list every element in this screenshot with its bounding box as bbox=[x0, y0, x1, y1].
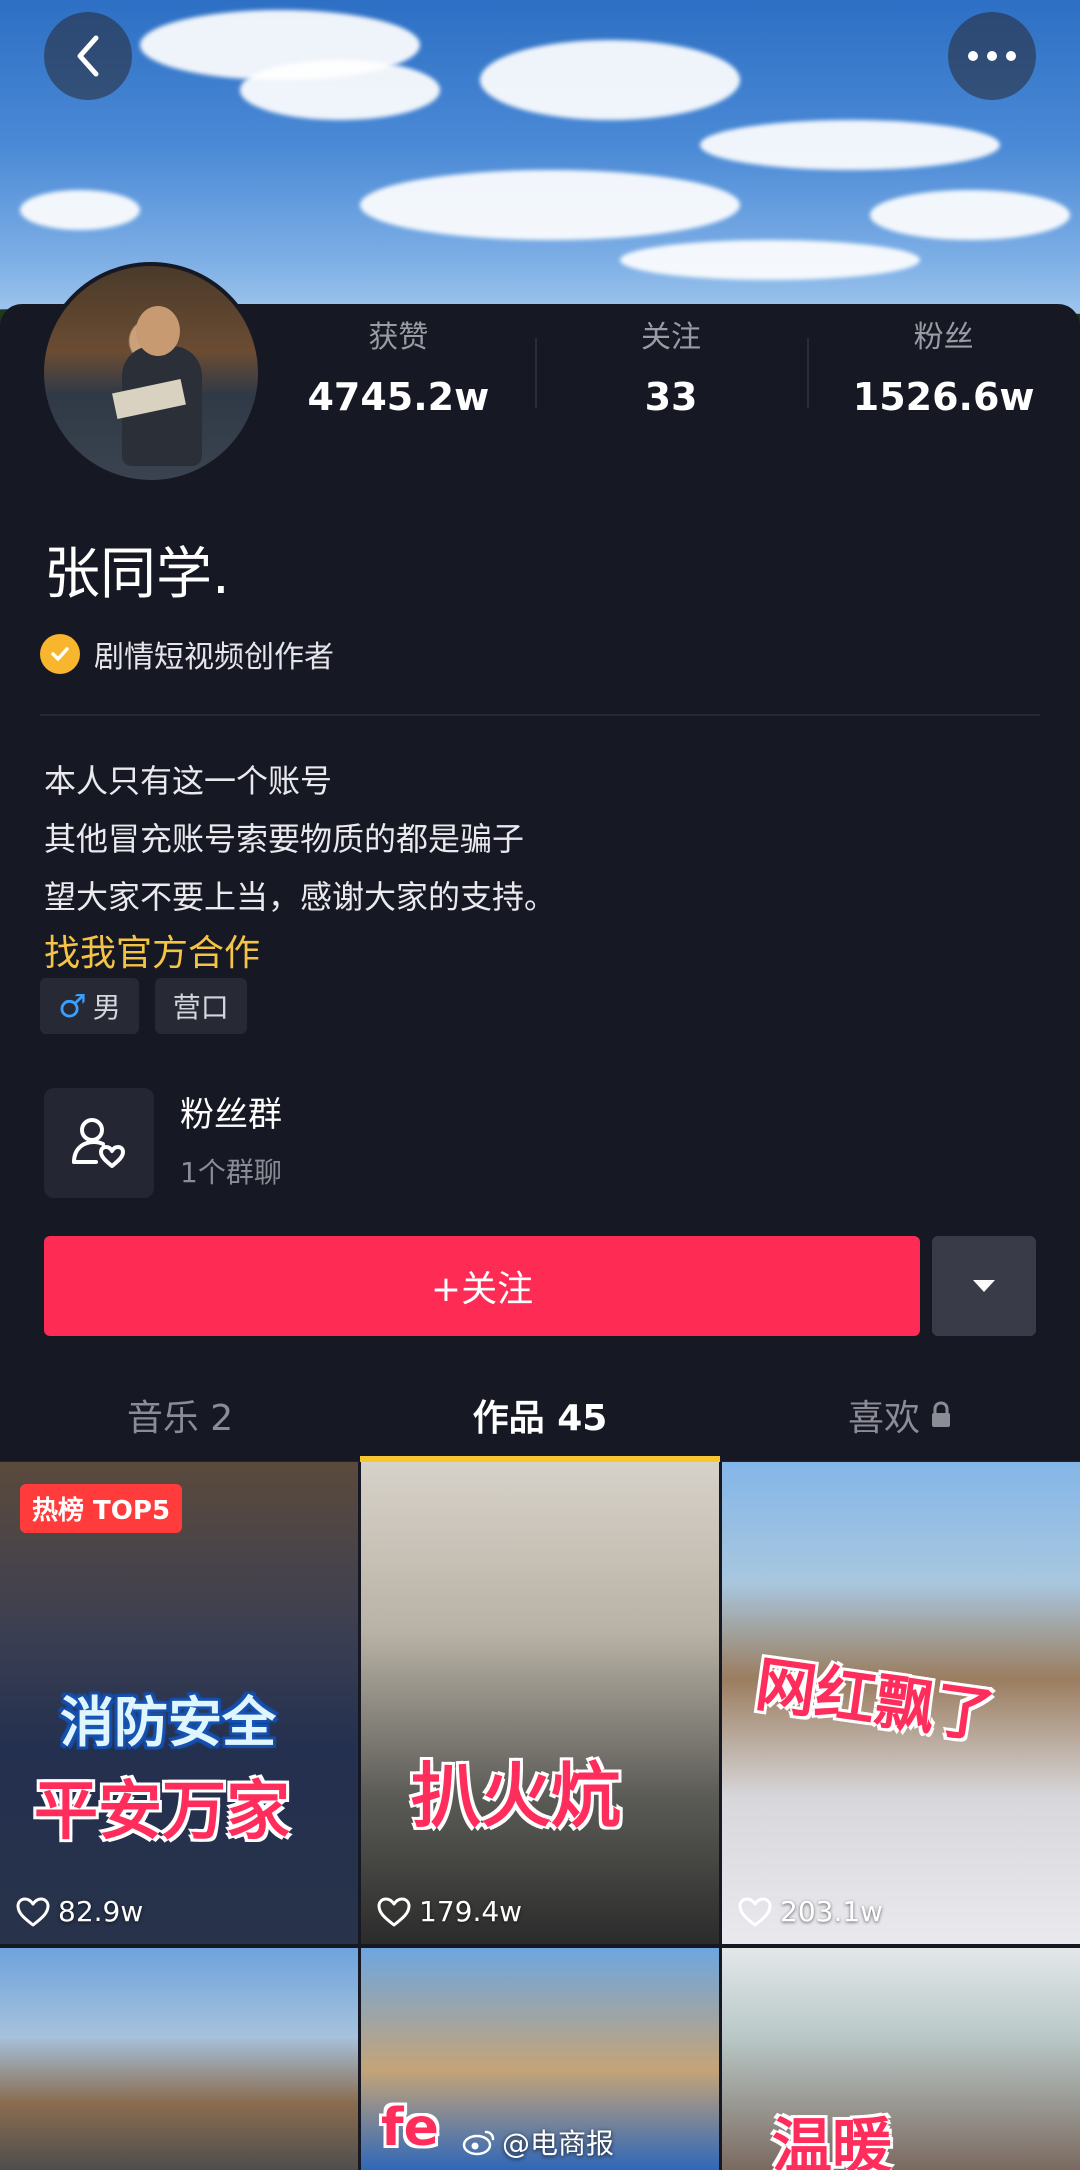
fan-group-subtitle: 1个群聊 bbox=[180, 1156, 282, 1189]
tab-works[interactable]: 作品 45 bbox=[360, 1368, 720, 1462]
video-thumbnail[interactable]: 温暖 bbox=[722, 1948, 1080, 2170]
follow-button[interactable]: +关注 bbox=[44, 1236, 920, 1336]
verification-badge: 剧情短视频创作者 bbox=[40, 632, 334, 676]
video-overlay-title: 扒火炕 bbox=[411, 1755, 621, 1837]
tab-label: 喜欢 bbox=[847, 1397, 920, 1439]
stat-label: 粉丝 bbox=[913, 320, 974, 355]
profile-bio: 本人只有这一个账号 其他冒充账号索要物质的都是骗子 望大家不要上当，感谢大家的支… bbox=[44, 752, 1044, 982]
caret-down-icon bbox=[973, 1280, 995, 1292]
content-tabs: 音乐 2 作品 45 喜欢 bbox=[0, 1368, 1080, 1462]
video-likes: 179.4w bbox=[377, 1895, 522, 1928]
video-overlay-title: 温暖 bbox=[772, 2112, 892, 2170]
watermark: @电商报 bbox=[462, 2122, 614, 2162]
video-overlay-title: 消防安全 bbox=[60, 1691, 276, 1754]
stat-value: 33 bbox=[644, 375, 698, 419]
profile-tags: ♂ 男 营口 bbox=[40, 978, 247, 1034]
video-thumbnail[interactable]: 热榜 TOP5 消防安全 平安万家 82.9w bbox=[0, 1462, 358, 1944]
video-thumbnail[interactable] bbox=[0, 1948, 358, 2170]
stat-label: 关注 bbox=[641, 320, 701, 355]
verification-text: 剧情短视频创作者 bbox=[94, 640, 334, 675]
group-chat-icon bbox=[44, 1088, 154, 1198]
likes-count: 179.4w bbox=[419, 1895, 523, 1928]
video-thumbnail[interactable]: 网红飘了 203.1w bbox=[722, 1462, 1080, 1944]
stat-following[interactable]: 关注 33 bbox=[534, 316, 808, 420]
likes-count: 82.9w bbox=[58, 1895, 144, 1928]
bio-line: 其他冒充账号索要物质的都是骗子 bbox=[44, 820, 525, 858]
divider bbox=[40, 714, 1040, 716]
heart-icon bbox=[738, 1897, 772, 1926]
stat-value: 4745.2w bbox=[307, 375, 490, 419]
bio-line: 望大家不要上当，感谢大家的支持。 bbox=[44, 878, 557, 916]
fan-group-title: 粉丝群 bbox=[180, 1095, 282, 1135]
weibo-icon bbox=[462, 2130, 495, 2156]
video-grid: 热榜 TOP5 消防安全 平安万家 82.9w 扒火炕 179.4w 网红飘了 … bbox=[0, 1462, 1080, 2170]
hot-list-badge: 热榜 TOP5 bbox=[20, 1484, 183, 1533]
tab-likes[interactable]: 喜欢 bbox=[720, 1368, 1080, 1461]
tab-music[interactable]: 音乐 2 bbox=[0, 1368, 360, 1461]
location-label: 营口 bbox=[172, 991, 229, 1024]
heart-icon bbox=[16, 1897, 50, 1926]
recommend-dropdown-button[interactable] bbox=[932, 1236, 1036, 1336]
gender-tag: ♂ 男 bbox=[40, 978, 139, 1034]
back-button[interactable] bbox=[44, 12, 132, 100]
fan-group-entry[interactable]: 粉丝群 1个群聊 bbox=[44, 1088, 282, 1198]
stat-label: 获赞 bbox=[368, 320, 429, 355]
male-icon: ♂ bbox=[58, 987, 87, 1025]
lock-icon bbox=[932, 1400, 950, 1427]
stat-followers[interactable]: 粉丝 1526.6w bbox=[807, 316, 1080, 420]
profile-stats: 获赞 4745.2w 关注 33 粉丝 1526.6w bbox=[262, 316, 1080, 420]
gender-label: 男 bbox=[92, 991, 121, 1024]
stat-value: 1526.6w bbox=[852, 375, 1035, 419]
likes-count: 203.1w bbox=[780, 1895, 884, 1928]
tab-label: 音乐 2 bbox=[126, 1397, 234, 1439]
bio-line: 本人只有这一个账号 bbox=[44, 762, 333, 800]
video-overlay-title: 网红飘了 bbox=[751, 1649, 999, 1753]
heart-icon bbox=[377, 1897, 411, 1926]
video-thumbnail[interactable]: 扒火炕 179.4w bbox=[361, 1462, 719, 1944]
video-likes: 82.9w bbox=[16, 1895, 143, 1928]
watermark-text: @电商报 bbox=[502, 2127, 615, 2160]
official-cooperation-link[interactable]: 找我官方合作 bbox=[44, 926, 1044, 982]
verified-check-icon bbox=[40, 634, 80, 674]
profile-name: 张同学. bbox=[44, 542, 230, 607]
stat-likes[interactable]: 获赞 4745.2w bbox=[262, 316, 535, 420]
more-button[interactable] bbox=[948, 12, 1036, 100]
avatar[interactable] bbox=[40, 262, 262, 484]
video-likes: 203.1w bbox=[738, 1895, 883, 1928]
tab-label: 作品 45 bbox=[472, 1397, 608, 1439]
more-dots-icon bbox=[968, 51, 1016, 61]
chevron-left-icon bbox=[77, 35, 99, 77]
video-overlay-title: 平安万家 bbox=[34, 1775, 290, 1849]
video-overlay-title: fe bbox=[381, 2098, 439, 2158]
location-tag[interactable]: 营口 bbox=[154, 978, 247, 1034]
